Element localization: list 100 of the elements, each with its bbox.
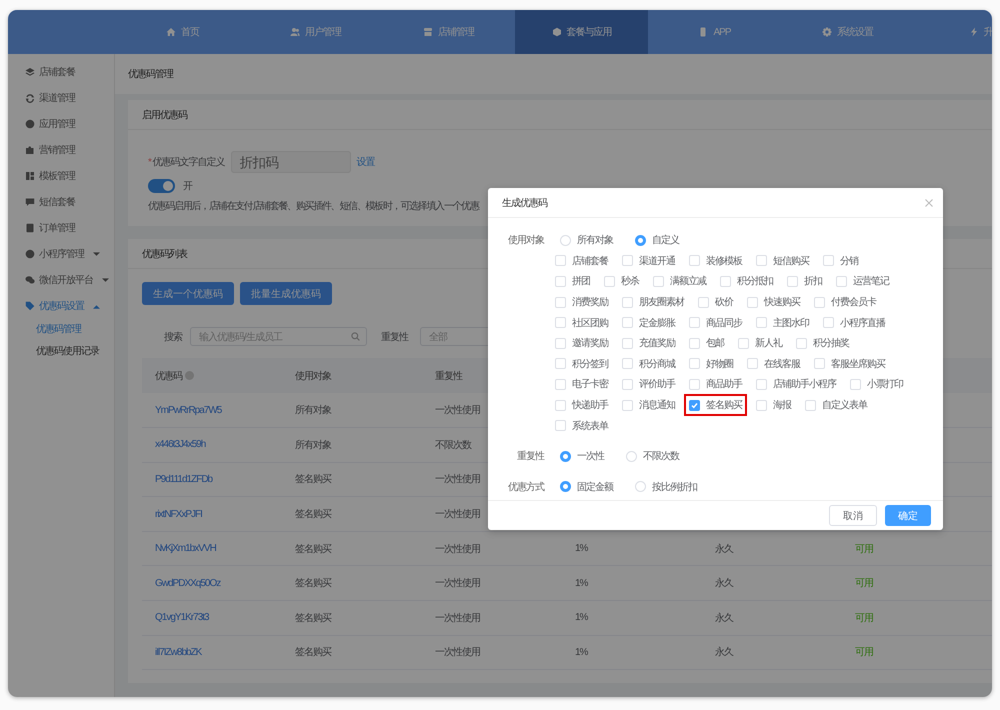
checkbox-label: 邀请奖励 bbox=[572, 336, 608, 350]
checkbox-label: 付费会员卡 bbox=[831, 296, 876, 310]
checkbox-label: 快速购买 bbox=[764, 296, 800, 310]
table-cell: 签名购买 bbox=[282, 635, 422, 670]
checkbox-label: 消息通知 bbox=[639, 398, 675, 412]
nav-tab[interactable]: 用户管理 bbox=[249, 10, 382, 54]
radio-button[interactable] bbox=[560, 481, 571, 492]
checkbox-label: 充值奖励 bbox=[639, 336, 675, 350]
circle-icon bbox=[25, 119, 35, 129]
table-cell: 一次性使用 bbox=[422, 635, 562, 670]
sidebar-item[interactable]: 微信开放平台 bbox=[8, 267, 114, 293]
document-icon bbox=[25, 223, 35, 233]
checkbox-label: 包邮 bbox=[706, 336, 724, 350]
bolt-icon bbox=[968, 27, 978, 37]
circle-icon bbox=[25, 249, 35, 259]
filter-label: 重复性 bbox=[381, 330, 408, 344]
breadcrumb: 优惠码管理 bbox=[115, 54, 992, 94]
checkbox-label: 自定义表单 bbox=[822, 398, 867, 412]
toggle-switch[interactable] bbox=[148, 179, 175, 193]
radio-label: 不限次数 bbox=[643, 450, 679, 464]
sidebar-item[interactable]: 优惠码设置 bbox=[8, 293, 114, 319]
grid-icon bbox=[25, 171, 35, 181]
sidebar-item[interactable]: 营销管理 bbox=[8, 137, 114, 163]
checkbox-label: 商品同步 bbox=[706, 316, 742, 330]
table-cell: 一次性使用 bbox=[422, 600, 562, 636]
table-cell: 一次性使用 bbox=[422, 531, 562, 566]
column-header: 使用对象 bbox=[282, 358, 422, 393]
close-icon[interactable] bbox=[925, 198, 933, 206]
checkbox-label: 商品助手 bbox=[706, 378, 742, 392]
checkbox-label: 消费奖励 bbox=[572, 296, 608, 310]
table-cell: 永久 bbox=[702, 566, 842, 601]
dialog-title: 生成优惠码 bbox=[502, 196, 547, 210]
radio-label: 一次性 bbox=[577, 450, 604, 464]
sidebar-item[interactable]: 应用管理 bbox=[8, 111, 114, 137]
sidebar-item[interactable]: 渠道管理 bbox=[8, 85, 114, 111]
column-header: 优惠码 bbox=[142, 358, 282, 393]
checkbox-label: 砍价 bbox=[715, 296, 733, 310]
table-cell: x446t3J4x59h bbox=[142, 428, 282, 462]
layers-icon bbox=[25, 67, 35, 77]
checkbox-label: 签名购买 bbox=[706, 399, 742, 412]
table-cell: 1% bbox=[562, 566, 702, 601]
table-cell: 签名购买 bbox=[282, 600, 422, 636]
checkbox-label: 在线客服 bbox=[764, 358, 800, 371]
radio-button[interactable] bbox=[560, 450, 571, 462]
cancel-button[interactable]: 取消 bbox=[829, 505, 877, 526]
checkbox-label: 积分抽奖 bbox=[813, 336, 849, 350]
nav-tab[interactable]: 套餐与应用 bbox=[515, 10, 648, 54]
checkbox-label: 好物圈 bbox=[706, 358, 733, 371]
checkbox[interactable] bbox=[689, 400, 700, 411]
generate-button[interactable]: 批量生成优惠码 bbox=[240, 282, 332, 305]
nav-tab[interactable]: 升 bbox=[914, 10, 992, 54]
checkbox-label: 秒杀 bbox=[621, 274, 639, 288]
generate-button[interactable]: 生成一个优惠码 bbox=[142, 282, 234, 305]
table-cell: 1% bbox=[562, 531, 702, 566]
nav-tab[interactable]: APP bbox=[648, 10, 781, 54]
checkbox-label: 定金膨胀 bbox=[639, 316, 675, 330]
settings-link[interactable]: 设置 bbox=[356, 155, 375, 169]
table-cell: 1% bbox=[562, 600, 702, 636]
sidebar-subitem[interactable]: 优惠码管理 bbox=[8, 319, 114, 341]
table-cell: 签名购买 bbox=[282, 531, 422, 566]
store-icon bbox=[423, 27, 433, 37]
settings-icon bbox=[822, 27, 832, 37]
table-cell: 一次性使用 bbox=[422, 566, 562, 601]
sidebar-item[interactable]: 模板管理 bbox=[8, 163, 114, 189]
checkbox-label: 新人礼 bbox=[755, 336, 782, 350]
sidebar-subitem[interactable]: 优惠码使用记录 bbox=[8, 341, 114, 363]
table-cell: NvKjXm1bxVVH bbox=[142, 531, 282, 566]
radio-button[interactable] bbox=[635, 234, 646, 246]
nav-tab[interactable]: 系统设置 bbox=[781, 10, 914, 54]
checkbox-label: 运营笔记 bbox=[853, 274, 889, 288]
table-cell: 签名购买 bbox=[282, 496, 422, 532]
checkbox-label: 海报 bbox=[773, 398, 791, 412]
nav-tab[interactable]: 店铺管理 bbox=[382, 10, 515, 54]
checkbox-label: 积分商城 bbox=[639, 358, 675, 371]
table-cell: 永久 bbox=[702, 635, 842, 670]
checkbox-label: 渠道开通 bbox=[639, 254, 675, 268]
table-cell: 所有对象 bbox=[282, 393, 422, 428]
checkbox-label: 拼团 bbox=[572, 275, 590, 288]
sidebar-item[interactable]: 短信套餐 bbox=[8, 189, 114, 215]
checkbox-label: 满额立减 bbox=[670, 274, 706, 288]
nav-tab[interactable]: 首页 bbox=[116, 10, 249, 54]
confirm-button[interactable]: 确定 bbox=[885, 505, 931, 526]
checkbox-label: 快递助手 bbox=[572, 398, 608, 412]
table-cell: YmPwRrRpa7W5 bbox=[142, 393, 282, 428]
field-label: * 优惠码文字自定义 bbox=[148, 156, 225, 169]
sidebar-item[interactable]: 店铺套餐 bbox=[8, 59, 114, 85]
sidebar-item[interactable]: 订单管理 bbox=[8, 215, 114, 241]
chat-bubbles-icon bbox=[25, 275, 35, 285]
table-cell: rixtNFXxPJFI bbox=[142, 496, 282, 532]
cycle-icon bbox=[25, 93, 35, 103]
table-cell: 可用 bbox=[842, 531, 982, 566]
radio-label: 按比例折扣 bbox=[652, 480, 697, 494]
card-title: 启用优惠码 bbox=[128, 100, 992, 130]
checkbox-label: 社区团购 bbox=[572, 316, 608, 330]
toggle-label: 开 bbox=[183, 180, 192, 193]
form-label: 重复性 bbox=[516, 450, 544, 464]
sidebar-item[interactable]: 小程序管理 bbox=[8, 241, 114, 267]
search-icon bbox=[351, 332, 360, 341]
table-cell: 签名购买 bbox=[282, 566, 422, 601]
checkbox-label: 店铺助手小程序 bbox=[773, 378, 836, 392]
